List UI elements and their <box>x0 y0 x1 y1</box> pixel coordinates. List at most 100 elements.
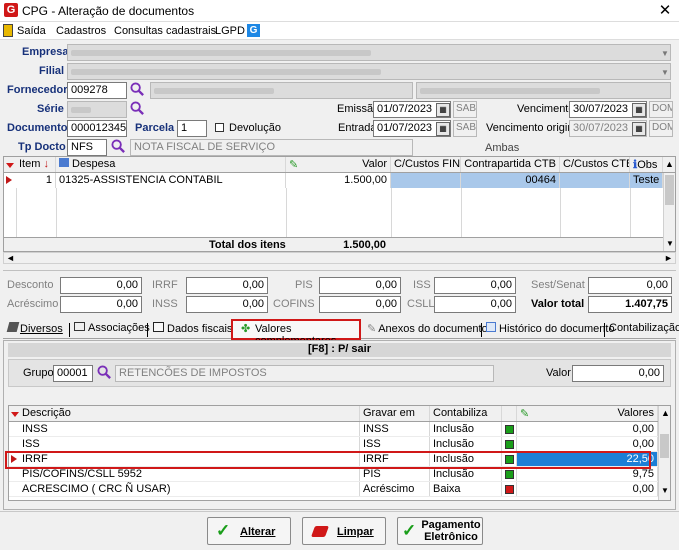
tab-historico[interactable]: Histórico do documento <box>486 322 615 339</box>
inss-label: INSS <box>152 298 178 310</box>
devolucao-checkbox[interactable] <box>215 123 224 132</box>
tab-valores-complementares[interactable]: ✤ Valores complementares <box>231 319 361 347</box>
emissao-calendar-icon[interactable]: ▦ <box>436 103 450 117</box>
history-icon <box>486 322 496 332</box>
alterar-button[interactable]: ✓ Alterar <box>207 517 291 545</box>
grupo-code-input[interactable]: 00001 <box>53 365 93 382</box>
scroll-up-icon[interactable]: ▲ <box>665 159 674 169</box>
col-ccfin[interactable]: C/Custos FIN <box>391 157 461 172</box>
retencao-valor[interactable]: 0,00 <box>517 437 658 451</box>
retencao-contabiliza: Inclusão <box>430 422 502 436</box>
col-gravar-em[interactable]: Gravar em <box>360 406 430 421</box>
items-hscrollbar[interactable]: ◄ ► <box>3 252 676 264</box>
parcela-input[interactable]: 1 <box>177 120 207 137</box>
tpdocto-desc: NOTA FISCAL DE SERVIÇO <box>130 139 413 156</box>
scroll-down-icon[interactable]: ▼ <box>661 486 669 495</box>
tab-dados-fiscais[interactable]: Dados fiscais <box>153 322 232 339</box>
close-button[interactable]: ✕ <box>654 1 676 21</box>
limpar-button[interactable]: Limpar <box>302 517 386 545</box>
document-icon <box>59 158 69 167</box>
tpdocto-input[interactable]: NFS <box>67 139 107 156</box>
entrada-calendar-icon[interactable]: ▦ <box>436 122 450 136</box>
status-flag-icon[interactable] <box>505 425 514 434</box>
grupo-box: Grupo 00001 RETENCÕES DE IMPOSTOS Valor … <box>8 359 671 387</box>
col-descricao[interactable]: Descrição <box>19 406 360 421</box>
col-contabiliza[interactable]: Contabiliza <box>430 406 502 421</box>
items-vscroll-thumb[interactable] <box>665 175 674 205</box>
retencao-row[interactable]: ACRESCIMO ( CRC Ñ USAR) Acréscimo Baixa 0,0… <box>9 482 658 497</box>
items-vscrollbar[interactable]: ▼ <box>663 173 675 251</box>
pis-input[interactable]: 0,00 <box>319 277 401 294</box>
fornecedor-search-icon[interactable] <box>130 82 145 97</box>
col-item[interactable]: Item ↓ <box>16 157 56 172</box>
col-valor[interactable]: ✎ Valor <box>286 157 391 172</box>
valor-input[interactable]: 0,00 <box>572 365 664 382</box>
row-ccctb <box>560 173 630 188</box>
tpdocto-search-icon[interactable] <box>111 139 126 154</box>
vencimento-calendar-icon[interactable]: ▦ <box>632 103 646 117</box>
status-flag-icon[interactable] <box>505 485 514 494</box>
col-ccctb[interactable]: C/Custos CTB <box>560 157 630 172</box>
retencao-gravar: PIS <box>360 467 430 481</box>
irrf-input[interactable]: 0,00 <box>186 277 268 294</box>
menu-lgpd[interactable]: LGPD <box>215 25 245 37</box>
paperclip-icon: ✎ <box>367 323 377 335</box>
retencao-row[interactable]: PIS/COFINS/CSLL 5952 PIS Inclusão 9,75 <box>9 467 658 482</box>
lgpd-icon[interactable]: G <box>247 24 260 37</box>
pencil-icon <box>6 322 20 332</box>
menu-cadastros[interactable]: Cadastros <box>56 25 106 37</box>
row-contrapartida: 00464 <box>461 173 560 188</box>
tab-associacoes[interactable]: Associações <box>74 322 150 339</box>
scroll-right-icon[interactable]: ► <box>664 253 673 263</box>
retencao-row[interactable]: INSS INSS Inclusão 0,00 <box>9 422 658 437</box>
status-flag-icon[interactable] <box>505 440 514 449</box>
row-item: 1 <box>16 173 56 188</box>
grupo-search-icon[interactable] <box>97 365 112 380</box>
retencoes-grid-header: Descrição Gravar em Contabiliza ✎ Valores <box>9 406 658 422</box>
retencao-row[interactable]: ISS ISS Inclusão 0,00 <box>9 437 658 452</box>
filial-chevron-icon[interactable]: ▼ <box>661 68 669 77</box>
documento-input[interactable]: 0000123456 <box>67 120 127 137</box>
retencao-valor[interactable]: 9,75 <box>517 467 658 481</box>
iss-input[interactable]: 0,00 <box>434 277 516 294</box>
exit-door-icon <box>3 24 13 37</box>
pagamento-eletronico-button[interactable]: ✓ Pagamento Eletrônico <box>397 517 483 545</box>
empresa-select[interactable] <box>67 44 671 61</box>
serie-search-icon[interactable] <box>130 101 145 116</box>
grupo-desc: RETENCÕES DE IMPOSTOS <box>115 365 494 382</box>
valor-label: Valor <box>546 367 571 379</box>
desconto-input[interactable]: 0,00 <box>60 277 142 294</box>
scroll-left-icon[interactable]: ◄ <box>6 253 15 263</box>
tab-contabilizacao[interactable]: Contabilização <box>609 322 679 339</box>
cofins-input[interactable]: 0,00 <box>319 296 401 313</box>
sest-senat-input[interactable]: 0,00 <box>588 277 672 294</box>
items-row[interactable]: 1 01325-ASSISTENCIA CONTABIL 1.500,00 00… <box>4 173 663 188</box>
fornecedor-code-input[interactable]: 009278 <box>67 82 127 99</box>
menu-saida[interactable]: Saída <box>17 25 46 37</box>
status-flag-icon[interactable] <box>505 470 514 479</box>
retencoes-vscrollbar[interactable]: ▲ ▼ <box>658 406 670 500</box>
retencao-flag-cell <box>502 467 517 481</box>
scroll-up-icon[interactable]: ▲ <box>661 408 670 418</box>
col-obs[interactable]: ℹObs <box>630 157 663 172</box>
retencao-valor[interactable]: 0,00 <box>517 422 658 436</box>
retencoes-vscroll-thumb[interactable] <box>660 434 669 458</box>
tab-diversos[interactable]: Diversos <box>6 322 63 339</box>
col-valores[interactable]: ✎ Valores <box>517 406 658 421</box>
filial-select[interactable] <box>67 63 671 80</box>
empresa-chevron-icon[interactable]: ▼ <box>661 49 669 58</box>
col-despesa[interactable]: Despesa <box>56 157 286 172</box>
inss-input[interactable]: 0,00 <box>186 296 268 313</box>
col-flag[interactable] <box>502 406 517 421</box>
col-contrapartida[interactable]: Contrapartida CTB <box>461 157 560 172</box>
filial-label: Filial <box>39 65 65 77</box>
acrescimo-input[interactable]: 0,00 <box>60 296 142 313</box>
scroll-down-icon[interactable]: ▼ <box>666 239 674 248</box>
serie-input[interactable] <box>67 101 127 118</box>
eraser-icon <box>310 526 330 537</box>
menu-consultas[interactable]: Consultas cadastrais <box>114 25 216 37</box>
row-despesa: 01325-ASSISTENCIA CONTABIL <box>56 173 286 188</box>
tab-anexos[interactable]: ✎ Anexos do documento <box>367 322 488 339</box>
retencao-valor[interactable]: 0,00 <box>517 482 658 496</box>
csll-input[interactable]: 0,00 <box>434 296 516 313</box>
